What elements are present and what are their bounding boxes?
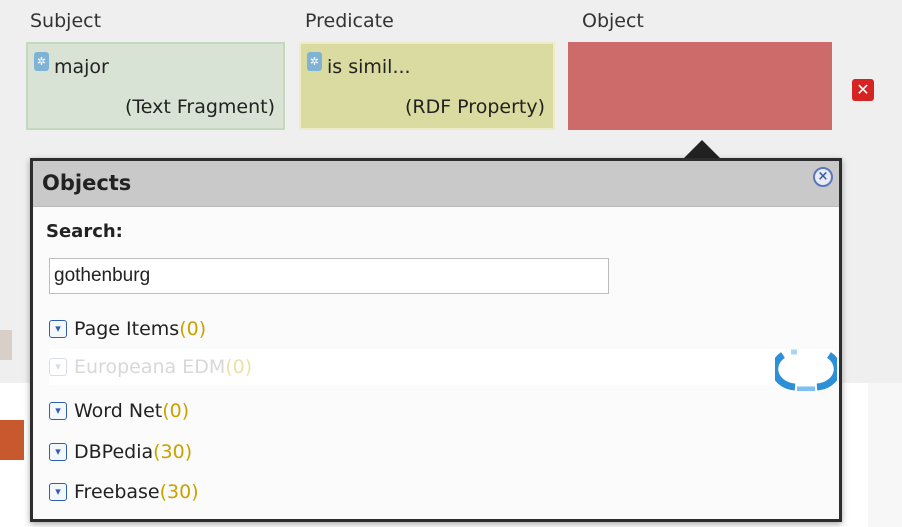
- source-label: Word Net(0): [74, 400, 190, 422]
- loading-spinner-icon: [775, 349, 837, 391]
- source-label: Page Items(0): [74, 318, 207, 340]
- search-input[interactable]: [49, 258, 609, 294]
- source-word-net[interactable]: ▾ Word Net(0): [49, 393, 835, 429]
- gear-icon: ✲: [307, 52, 322, 71]
- close-popup-button[interactable]: ×: [813, 167, 833, 187]
- subject-box[interactable]: ✲ major (Text Fragment): [26, 42, 285, 130]
- source-europeana-edm[interactable]: ▾ Europeana EDM(0): [49, 349, 835, 385]
- source-freebase[interactable]: ▾ Freebase(30): [49, 474, 835, 510]
- source-count: (0): [179, 318, 207, 340]
- source-label: Freebase(30): [74, 481, 199, 503]
- chevron-down-icon[interactable]: ▾: [49, 402, 67, 420]
- predicate-type: (RDF Property): [404, 96, 545, 118]
- background-right-edge: [868, 383, 902, 527]
- predicate-value: is simil...: [327, 56, 411, 78]
- gear-icon: ✲: [34, 52, 49, 71]
- popup-pointer: [682, 140, 722, 160]
- subject-column-header: Subject: [30, 10, 102, 32]
- source-dbpedia[interactable]: ▾ DBPedia(30): [49, 434, 835, 470]
- subject-value: major: [54, 56, 109, 78]
- source-count: (0): [225, 356, 253, 378]
- source-page-items[interactable]: ▾ Page Items(0): [49, 311, 835, 347]
- chevron-down-icon[interactable]: ▾: [49, 443, 67, 461]
- close-x-icon: ✕: [856, 80, 870, 99]
- source-count: (30): [153, 441, 193, 463]
- background-edge-element: [0, 330, 12, 360]
- circle-x-icon: ×: [817, 169, 829, 184]
- object-column-header: Object: [582, 10, 644, 32]
- background-red-element: [0, 420, 24, 460]
- popup-title: Objects: [42, 171, 132, 195]
- predicate-column-header: Predicate: [305, 10, 394, 32]
- chevron-down-icon[interactable]: ▾: [49, 320, 67, 338]
- predicate-box[interactable]: ✲ is simil... (RDF Property): [299, 42, 555, 130]
- chevron-down-icon[interactable]: ▾: [49, 483, 67, 501]
- objects-popup: Objects × Search: ▾ Page Items(0) ▾ Euro…: [30, 158, 842, 522]
- source-label: Europeana EDM(0): [74, 356, 253, 378]
- object-box[interactable]: [568, 42, 832, 130]
- search-label: Search:: [46, 221, 123, 242]
- source-label: DBPedia(30): [74, 441, 193, 463]
- chevron-down-icon[interactable]: ▾: [49, 358, 67, 376]
- source-count: (0): [162, 400, 190, 422]
- popup-header: Objects ×: [33, 161, 839, 207]
- source-count: (30): [159, 481, 199, 503]
- subject-type: (Text Fragment): [124, 96, 275, 118]
- delete-triple-button[interactable]: ✕: [852, 79, 874, 101]
